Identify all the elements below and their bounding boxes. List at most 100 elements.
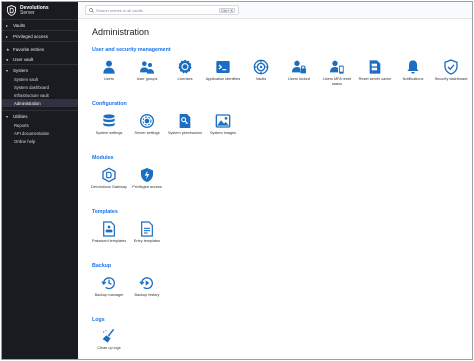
user-mfa-icon bbox=[330, 60, 344, 74]
tile-clean-up-logs[interactable]: Clean up logs bbox=[90, 328, 128, 351]
shield-check-icon bbox=[444, 59, 458, 75]
sidebar-item-reports[interactable]: Reports bbox=[2, 121, 78, 129]
sidebar-group-label: Utilities bbox=[13, 113, 28, 119]
sidebar: Devolutions Server ▸ Vaults ▸ Privileged… bbox=[2, 2, 78, 359]
devolutions-logo-icon bbox=[7, 5, 16, 16]
tile-label: User groups bbox=[136, 77, 158, 81]
sidebar-item-infrastructure-vault[interactable]: Infrastructure vault bbox=[2, 91, 78, 99]
section-title-templates: Templates bbox=[92, 209, 118, 215]
database-stack-icon bbox=[103, 114, 115, 127]
brand[interactable]: Devolutions Server bbox=[2, 2, 78, 19]
tile-server-settings[interactable]: Server settings bbox=[128, 113, 166, 136]
tile-label: Privileged access bbox=[132, 185, 162, 189]
search-input[interactable] bbox=[96, 7, 206, 13]
tile-label: Reset server cache bbox=[358, 77, 392, 81]
chevron-down-icon: ▾ bbox=[6, 67, 9, 73]
tile-users-locked[interactable]: Users locked bbox=[280, 59, 318, 82]
sidebar-item-user-vault[interactable]: ● User vault bbox=[2, 54, 78, 64]
license-badge-icon bbox=[178, 59, 192, 74]
sidebar-item-online-help[interactable]: Online help bbox=[2, 137, 78, 145]
sidebar-item-label: User vault bbox=[13, 56, 34, 62]
tile-label: Users bbox=[104, 77, 114, 81]
chevron-right-icon: ▸ bbox=[6, 33, 9, 39]
tile-label: Devolutions Gateway bbox=[91, 185, 127, 189]
backup-manager-icon bbox=[101, 277, 115, 290]
tile-label: System permissions bbox=[168, 131, 202, 135]
tile-label: Server settings bbox=[134, 131, 160, 135]
tile-backup-manager[interactable]: Backup manager bbox=[90, 275, 128, 298]
section-title-configuration: Configuration bbox=[92, 101, 127, 107]
tile-label: Security dashboard bbox=[434, 77, 468, 81]
tile-label: Backup history bbox=[134, 293, 160, 297]
sidebar-group-vaults[interactable]: ▸ Vaults bbox=[2, 20, 78, 30]
tile-system-settings[interactable]: System settings bbox=[90, 113, 128, 136]
tile-vaults[interactable]: Vaults bbox=[242, 59, 280, 82]
tile-users[interactable]: Users bbox=[90, 59, 128, 82]
tile-label: System images bbox=[210, 131, 236, 135]
tile-label: Licenses bbox=[177, 77, 193, 81]
tile-users-mfa-reset-status[interactable]: Users MFA reset status bbox=[318, 59, 356, 86]
tile-devolutions-gateway[interactable]: Devolutions Gateway bbox=[90, 167, 128, 190]
star-icon: ★ bbox=[6, 46, 10, 52]
password-template-icon bbox=[103, 221, 115, 237]
section-title-modules: Modules bbox=[92, 155, 114, 161]
section-title-logs: Logs bbox=[92, 317, 105, 323]
tile-label: Users locked bbox=[288, 77, 310, 81]
tile-label: Backup manager bbox=[94, 293, 124, 297]
vault-icon bbox=[253, 59, 269, 75]
bell-icon bbox=[407, 60, 419, 74]
sidebar-group-system[interactable]: ▾ System bbox=[2, 65, 78, 75]
sidebar-item-system-dashboard[interactable]: System dashboard bbox=[2, 83, 78, 91]
main-content: Ctrl + K Administration User and securit… bbox=[78, 2, 472, 359]
user-lock-icon bbox=[292, 60, 306, 74]
broom-icon bbox=[102, 328, 115, 343]
chevron-down-icon: ▾ bbox=[6, 113, 9, 119]
section-title-user-security: User and security management bbox=[92, 47, 171, 53]
sidebar-item-system-vault[interactable]: System vault bbox=[2, 75, 78, 83]
sidebar-group-label: System bbox=[13, 67, 29, 73]
brand-product: Server bbox=[20, 9, 35, 16]
tile-label: Clean up logs bbox=[97, 346, 121, 350]
tile-system-permissions[interactable]: System permissions bbox=[166, 113, 204, 136]
tile-label: Password templates bbox=[91, 239, 127, 243]
tile-notifications[interactable]: Notifications bbox=[394, 59, 432, 82]
tile-backup-history[interactable]: Backup history bbox=[128, 275, 166, 298]
sidebar-item-favorite-entries[interactable]: ★ Favorite entries bbox=[2, 44, 78, 54]
tile-label: Entry templates bbox=[133, 239, 161, 243]
server-settings-icon bbox=[140, 114, 154, 128]
sidebar-item-administration[interactable]: Administration bbox=[2, 99, 78, 107]
tile-label: Notifications bbox=[402, 77, 424, 81]
entry-template-icon bbox=[141, 221, 153, 237]
tile-system-images[interactable]: System images bbox=[204, 113, 242, 136]
section-title-backup: Backup bbox=[92, 263, 112, 269]
tile-label: System settings bbox=[95, 131, 123, 135]
tile-user-groups[interactable]: User groups bbox=[128, 59, 166, 82]
terminal-icon bbox=[216, 61, 230, 73]
tile-reset-server-cache[interactable]: Reset server cache bbox=[356, 59, 394, 82]
user-icon bbox=[103, 60, 115, 74]
gateway-icon bbox=[102, 167, 116, 183]
server-reset-icon bbox=[369, 60, 381, 74]
top-bar: Ctrl + K bbox=[78, 2, 472, 19]
permissions-key-icon bbox=[179, 114, 191, 128]
chevron-right-icon: ▸ bbox=[6, 22, 9, 28]
sidebar-group-label: Vaults bbox=[13, 22, 26, 28]
sidebar-item-label: Favorite entries bbox=[13, 46, 45, 52]
search-icon bbox=[89, 7, 94, 13]
app-window: Devolutions Server ▸ Vaults ▸ Privileged… bbox=[1, 1, 473, 360]
tile-label: Vaults bbox=[255, 77, 267, 81]
sidebar-group-label: Privileged access bbox=[13, 33, 49, 39]
sidebar-group-privileged-access[interactable]: ▸ Privileged access bbox=[2, 31, 78, 41]
search-shortcut-badge: Ctrl + K bbox=[219, 7, 235, 13]
search-box[interactable]: Ctrl + K bbox=[85, 5, 239, 15]
sidebar-item-api-documentation[interactable]: API documentation bbox=[2, 129, 78, 137]
tile-password-templates[interactable]: Password templates bbox=[90, 221, 128, 244]
sidebar-group-utilities[interactable]: ▾ Utilities bbox=[2, 111, 78, 121]
tile-application-identities[interactable]: Application identities bbox=[204, 59, 242, 82]
image-icon bbox=[215, 114, 231, 128]
tile-entry-templates[interactable]: Entry templates bbox=[128, 221, 166, 244]
tile-licenses[interactable]: Licenses bbox=[166, 59, 204, 82]
user-group-icon bbox=[140, 61, 154, 74]
tile-privileged-access[interactable]: Privileged access bbox=[128, 167, 166, 190]
tile-security-dashboard[interactable]: Security dashboard bbox=[432, 59, 470, 82]
